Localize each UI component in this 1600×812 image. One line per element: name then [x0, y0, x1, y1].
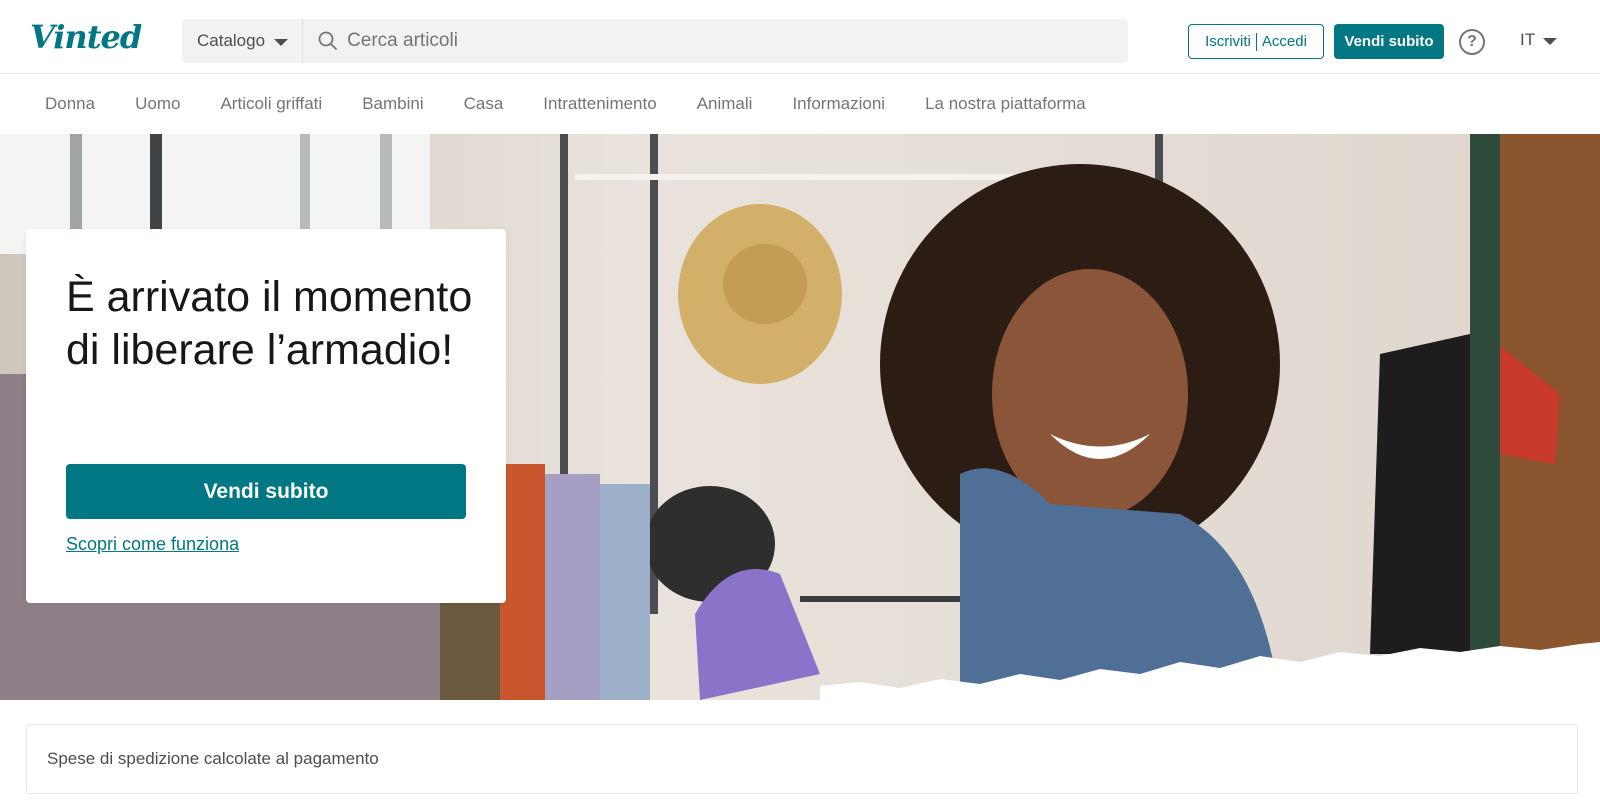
nav-item-bambini[interactable]: Bambini: [362, 94, 423, 114]
nav-item-donna[interactable]: Donna: [45, 94, 95, 114]
shipping-info-bar: Spese di spedizione calcolate al pagamen…: [26, 724, 1578, 794]
nav-item-uomo[interactable]: Uomo: [135, 94, 180, 114]
hero-card: È arrivato il momento di liberare l’arma…: [26, 229, 506, 603]
search-bar: Catalogo: [182, 19, 1128, 63]
shipping-text: Spese di spedizione calcolate al pagamen…: [47, 749, 379, 768]
how-it-works-link[interactable]: Scopri come funziona: [66, 534, 239, 555]
signup-login-button[interactable]: Iscriviti Accedi: [1188, 24, 1324, 59]
catalog-dropdown[interactable]: Catalogo: [182, 19, 304, 63]
nav-item-piattaforma[interactable]: La nostra piattaforma: [925, 94, 1086, 114]
hero-title: È arrivato il momento di liberare l’arma…: [66, 273, 473, 374]
separator: [1255, 32, 1257, 51]
category-nav: Donna Uomo Articoli griffati Bambini Cas…: [0, 74, 1600, 134]
top-header: Vinted Catalogo Iscriviti Accedi Vendi s…: [0, 0, 1600, 74]
nav-item-articoli-griffati[interactable]: Articoli griffati: [220, 94, 322, 114]
hero-banner: È arrivato il momento di liberare l’arma…: [0, 134, 1600, 700]
language-label: IT: [1520, 30, 1536, 49]
search-icon: [317, 30, 339, 52]
chevron-down-icon: [1543, 37, 1558, 45]
nav-item-animali[interactable]: Animali: [697, 94, 753, 114]
nav-item-intrattenimento[interactable]: Intrattenimento: [543, 94, 656, 114]
catalog-label: Catalogo: [197, 31, 266, 50]
hero-sell-button[interactable]: Vendi subito: [66, 464, 466, 519]
nav-item-casa[interactable]: Casa: [464, 94, 504, 114]
search-input[interactable]: [339, 19, 1128, 63]
sell-now-button[interactable]: Vendi subito: [1334, 24, 1444, 59]
language-selector[interactable]: IT: [1520, 30, 1558, 50]
chevron-down-icon: [274, 38, 289, 46]
signup-link[interactable]: Iscriviti: [1205, 33, 1251, 50]
nav-item-informazioni[interactable]: Informazioni: [792, 94, 885, 114]
help-icon[interactable]: ?: [1459, 29, 1485, 55]
login-link[interactable]: Accedi: [1262, 33, 1307, 50]
vinted-logo[interactable]: Vinted: [30, 18, 142, 56]
